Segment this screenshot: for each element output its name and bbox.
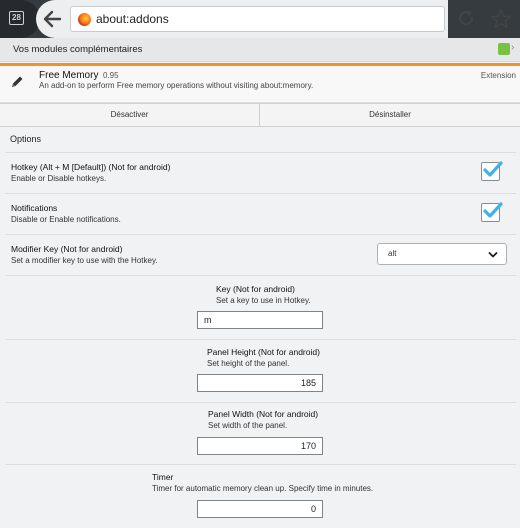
- divider: [5, 275, 516, 276]
- url-text: about:addons: [96, 12, 169, 26]
- hotkey-label: Hotkey (Alt + M [Default]) (Not for andr…: [11, 162, 171, 172]
- timer-label: Timer: [152, 472, 174, 482]
- divider: [5, 193, 516, 194]
- chevron-down-icon: [488, 252, 498, 258]
- puzzle-icon: [498, 43, 510, 55]
- timer-description: Timer for automatic memory clean up. Spe…: [152, 484, 374, 493]
- bookmark-button[interactable]: [490, 8, 512, 30]
- pencil-icon: [10, 75, 24, 89]
- addon-description: An add-on to perform Free memory operati…: [39, 81, 314, 90]
- timer-input[interactable]: 0: [197, 500, 323, 518]
- panel-height-input[interactable]: 185: [197, 374, 323, 392]
- modifier-key-select[interactable]: alt: [377, 243, 507, 265]
- tabs-button[interactable]: 28: [0, 0, 40, 38]
- back-button[interactable]: [40, 8, 64, 30]
- checkmark-icon: [483, 202, 503, 218]
- hotkey-checkbox[interactable]: [481, 161, 503, 181]
- key-label: Key (Not for android): [216, 284, 295, 294]
- disable-button[interactable]: Désactiver: [0, 104, 260, 126]
- modifier-key-value: alt: [388, 249, 397, 258]
- divider: [5, 464, 516, 465]
- page-title: Vos modules complémentaires: [13, 44, 143, 55]
- notifications-description: Disable or Enable notifications.: [11, 215, 121, 224]
- tab-count: 28: [12, 13, 21, 22]
- panel-width-label: Panel Width (Not for android): [208, 409, 319, 419]
- chevron-right-icon[interactable]: ›: [511, 42, 514, 53]
- addon-actions: Désactiver Désinstaller: [0, 103, 520, 127]
- firefox-icon: [78, 13, 91, 26]
- divider: [5, 402, 516, 403]
- addon-version: 0.95: [103, 71, 119, 80]
- accent-bar: [0, 63, 520, 66]
- addon-name: Free Memory: [39, 70, 99, 81]
- divider: [5, 234, 516, 235]
- divider: [5, 339, 516, 340]
- key-input[interactable]: m: [197, 311, 323, 329]
- modifier-key-label: Modifier Key (Not for android): [11, 244, 123, 254]
- reload-icon: [458, 10, 474, 26]
- addon-type: Extension: [480, 71, 516, 80]
- notifications-label: Notifications: [11, 203, 58, 213]
- panel-width-description: Set width of the panel.: [208, 421, 288, 430]
- panel-height-label: Panel Height (Not for android): [207, 347, 320, 357]
- checkmark-icon: [483, 161, 503, 177]
- key-description: Set a key to use in Hotkey.: [216, 296, 311, 305]
- hotkey-description: Enable or Disable hotkeys.: [11, 174, 107, 183]
- addons-header: Vos modules complémentaires ›: [0, 38, 520, 62]
- divider: [5, 152, 516, 153]
- back-arrow-icon: [43, 10, 62, 28]
- star-icon: [491, 9, 511, 29]
- modifier-key-description: Set a modifier key to use with the Hotke…: [11, 256, 158, 265]
- url-input[interactable]: about:addons: [70, 6, 445, 32]
- panel-width-input[interactable]: 170: [197, 437, 323, 455]
- panel-height-description: Set height of the panel.: [207, 359, 290, 368]
- uninstall-button[interactable]: Désinstaller: [260, 104, 520, 126]
- options-heading: Options: [10, 134, 42, 144]
- notifications-checkbox[interactable]: [481, 202, 503, 222]
- reload-button[interactable]: [456, 8, 476, 28]
